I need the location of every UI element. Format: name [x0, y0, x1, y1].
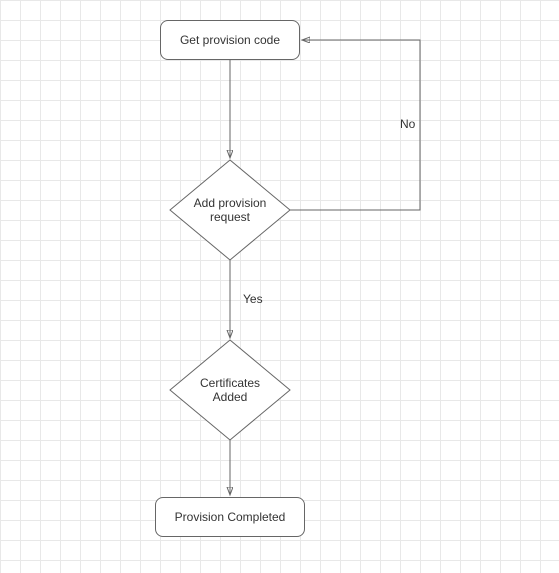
- edge-label-yes: Yes: [243, 292, 263, 306]
- node-add-provision-request[interactable]: Add provisionrequest: [170, 160, 290, 260]
- node-label: Add provisionrequest: [194, 196, 267, 225]
- node-certificates-added[interactable]: CertificatesAdded: [170, 340, 290, 440]
- node-label: CertificatesAdded: [200, 376, 260, 405]
- node-provision-completed[interactable]: Provision Completed: [155, 497, 305, 537]
- flowchart-canvas: Get provision code Add provisionrequest …: [0, 0, 559, 573]
- node-get-provision-code[interactable]: Get provision code: [160, 20, 300, 60]
- node-label: Provision Completed: [175, 510, 286, 524]
- connectors-layer: [0, 0, 559, 573]
- node-label: Get provision code: [180, 33, 280, 47]
- edge-label-no: No: [400, 117, 415, 131]
